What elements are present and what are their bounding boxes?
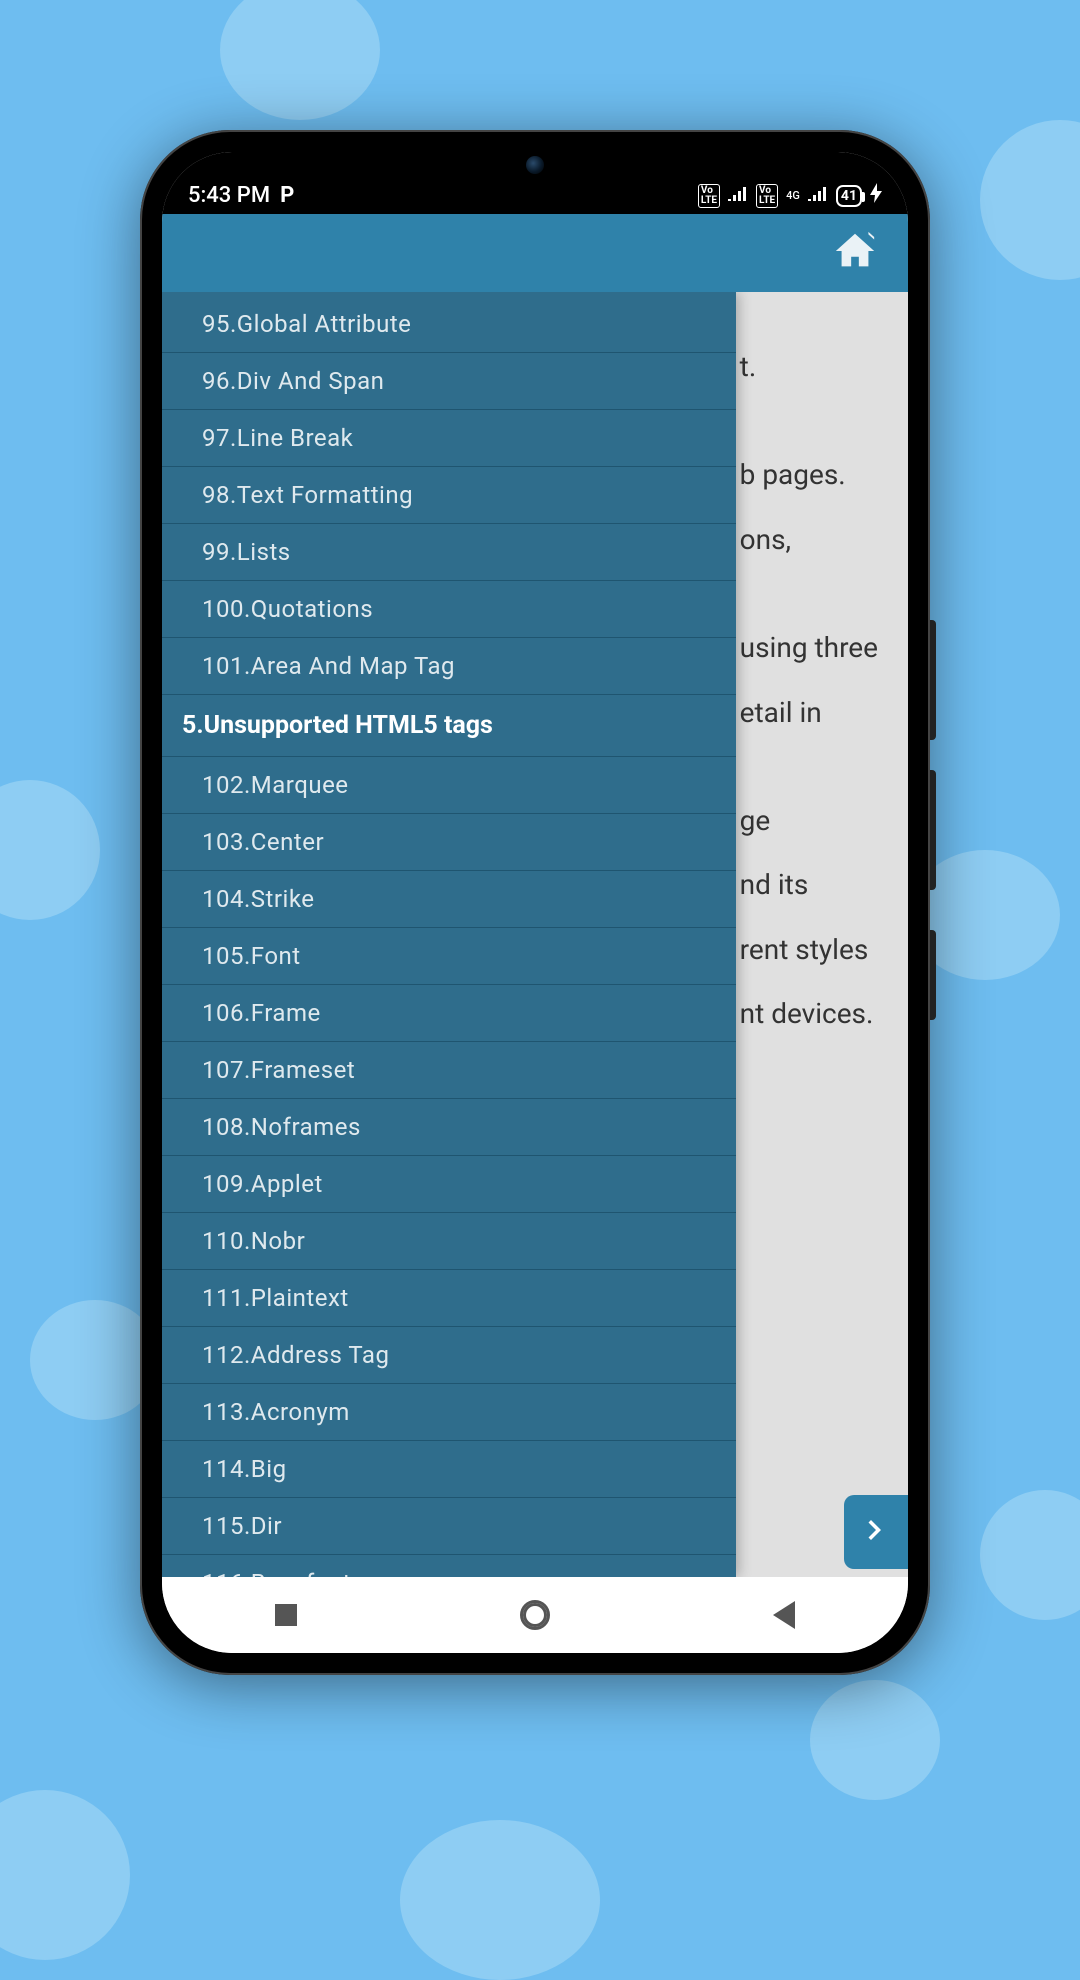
nav-item[interactable]: 112.Address Tag bbox=[162, 1327, 736, 1384]
nav-item[interactable]: 95.Global Attribute bbox=[162, 296, 736, 353]
nav-item[interactable]: 116.Basefont bbox=[162, 1555, 736, 1577]
nav-item-label: 97.Line Break bbox=[202, 424, 353, 452]
nav-item-label: 100.Quotations bbox=[202, 595, 373, 623]
signal-icon bbox=[728, 185, 748, 206]
p-icon: P bbox=[280, 183, 294, 208]
system-nav-bar bbox=[162, 1577, 908, 1653]
app-bar bbox=[162, 214, 908, 292]
status-time: 5:43 PM bbox=[188, 183, 270, 208]
nav-item-label: 98.Text Formatting bbox=[202, 481, 413, 509]
bg-bubble bbox=[400, 1820, 600, 1980]
nav-item[interactable]: 114.Big bbox=[162, 1441, 736, 1498]
nav-item-label: 116.Basefont bbox=[202, 1569, 351, 1577]
network-4g: 4G bbox=[786, 189, 800, 202]
nav-item-label: 104.Strike bbox=[202, 885, 315, 913]
article-line: ons, bbox=[740, 515, 878, 565]
bg-bubble bbox=[0, 780, 100, 920]
volte-icon: VoLTE bbox=[698, 184, 720, 208]
nav-item[interactable]: 96.Div And Span bbox=[162, 353, 736, 410]
article-line: etail in bbox=[740, 688, 878, 738]
article-line: ge bbox=[740, 796, 878, 846]
next-button[interactable] bbox=[844, 1495, 908, 1569]
nav-item[interactable]: 101.Area And Map Tag bbox=[162, 638, 736, 695]
nav-item[interactable]: 100.Quotations bbox=[162, 581, 736, 638]
circle-icon bbox=[520, 1600, 550, 1630]
nav-item-label: 102.Marquee bbox=[202, 771, 349, 799]
screen: 5:43 PM P VoLTE VoLTE 4G 41 bbox=[162, 152, 908, 1653]
nav-item-label: 113.Acronym bbox=[202, 1398, 350, 1426]
nav-item[interactable]: 103.Center bbox=[162, 814, 736, 871]
bg-bubble bbox=[980, 1490, 1080, 1620]
article-line: t. bbox=[740, 342, 878, 392]
nav-item[interactable]: 109.Applet bbox=[162, 1156, 736, 1213]
nav-item-label: 105.Font bbox=[202, 942, 301, 970]
charging-icon bbox=[870, 183, 882, 208]
bg-bubble bbox=[980, 120, 1080, 280]
bg-bubble bbox=[220, 0, 380, 120]
article-line: nt devices. bbox=[740, 989, 878, 1039]
nav-item[interactable]: 97.Line Break bbox=[162, 410, 736, 467]
nav-item[interactable]: 105.Font bbox=[162, 928, 736, 985]
article-line: b pages. bbox=[740, 450, 878, 500]
phone-frame: 5:43 PM P VoLTE VoLTE 4G 41 bbox=[140, 130, 930, 1675]
nav-item[interactable]: 110.Nobr bbox=[162, 1213, 736, 1270]
nav-item-label: 111.Plaintext bbox=[202, 1284, 349, 1312]
nav-item[interactable]: 115.Dir bbox=[162, 1498, 736, 1555]
article-background: t. b pages. ons, using three etail in ge… bbox=[740, 342, 878, 1054]
volume-button bbox=[930, 770, 936, 890]
recents-button[interactable] bbox=[268, 1597, 304, 1633]
content-area: t. b pages. ons, using three etail in ge… bbox=[162, 292, 908, 1577]
nav-drawer[interactable]: 95.Global Attribute 96.Div And Span 97.L… bbox=[162, 292, 736, 1577]
nav-item[interactable]: 113.Acronym bbox=[162, 1384, 736, 1441]
bg-bubble bbox=[810, 1680, 940, 1800]
nav-item-label: 96.Div And Span bbox=[202, 367, 384, 395]
nav-item-label: 114.Big bbox=[202, 1455, 287, 1483]
nav-item-label: 99.Lists bbox=[202, 538, 291, 566]
square-icon bbox=[275, 1604, 297, 1626]
bg-bubble bbox=[0, 1790, 130, 1960]
nav-section-header: 5.Unsupported HTML5 tags bbox=[162, 695, 736, 757]
nav-item-label: 107.Frameset bbox=[202, 1056, 355, 1084]
article-line: rent styles bbox=[740, 925, 878, 975]
article-line: nd its bbox=[740, 860, 878, 910]
home-icon[interactable] bbox=[832, 228, 878, 278]
nav-item[interactable]: 108.Noframes bbox=[162, 1099, 736, 1156]
nav-item[interactable]: 98.Text Formatting bbox=[162, 467, 736, 524]
nav-item[interactable]: 106.Frame bbox=[162, 985, 736, 1042]
nav-item[interactable]: 107.Frameset bbox=[162, 1042, 736, 1099]
nav-item[interactable]: 99.Lists bbox=[162, 524, 736, 581]
back-button[interactable] bbox=[766, 1597, 802, 1633]
volume-button bbox=[930, 620, 936, 740]
nav-section-header-label: 5.Unsupported HTML5 tags bbox=[182, 711, 493, 740]
article-line: using three bbox=[740, 623, 878, 673]
nav-item-label: 115.Dir bbox=[202, 1512, 282, 1540]
nav-item-label: 103.Center bbox=[202, 828, 324, 856]
nav-item-label: 110.Nobr bbox=[202, 1227, 305, 1255]
nav-item-label: 95.Global Attribute bbox=[202, 310, 411, 338]
nav-item-label: 108.Noframes bbox=[202, 1113, 361, 1141]
nav-item[interactable]: 111.Plaintext bbox=[162, 1270, 736, 1327]
nav-item[interactable]: 104.Strike bbox=[162, 871, 736, 928]
nav-item[interactable]: 102.Marquee bbox=[162, 757, 736, 814]
volte-icon: VoLTE bbox=[756, 184, 778, 208]
battery-icon: 41 bbox=[836, 185, 862, 207]
nav-item-label: 109.Applet bbox=[202, 1170, 323, 1198]
triangle-left-icon bbox=[773, 1601, 795, 1629]
nav-item-label: 106.Frame bbox=[202, 999, 321, 1027]
power-button bbox=[930, 930, 936, 1020]
signal-icon bbox=[808, 185, 828, 206]
front-camera bbox=[526, 156, 544, 174]
battery-percent: 41 bbox=[841, 188, 857, 204]
nav-item-label: 112.Address Tag bbox=[202, 1341, 389, 1369]
chevron-right-icon bbox=[861, 1515, 891, 1549]
nav-item-label: 101.Area And Map Tag bbox=[202, 652, 455, 680]
home-button[interactable] bbox=[517, 1597, 553, 1633]
